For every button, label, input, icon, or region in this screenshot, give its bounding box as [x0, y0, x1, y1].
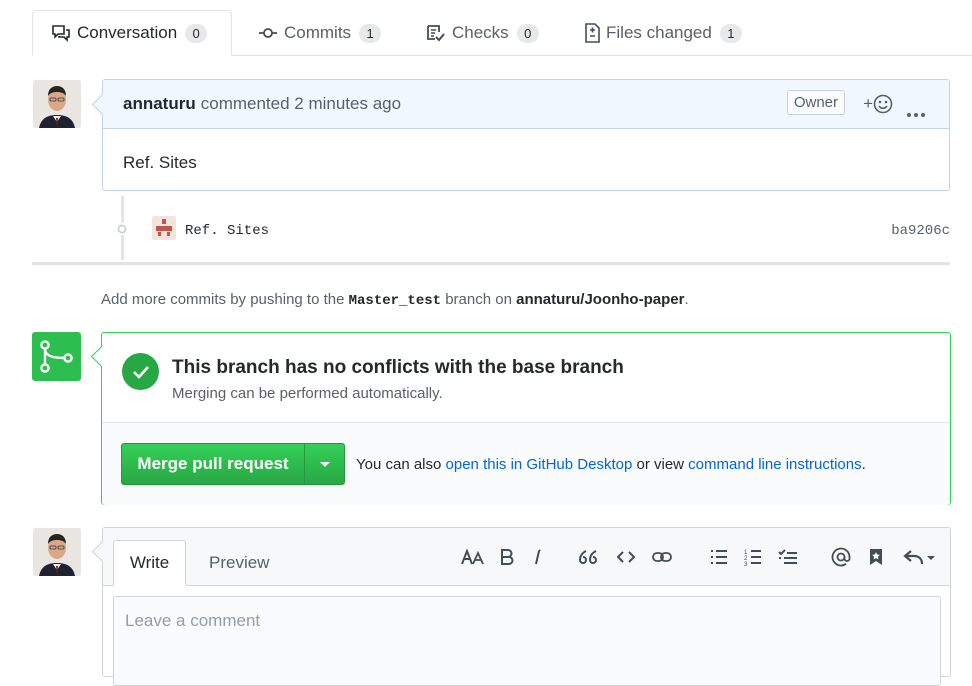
avatar[interactable]	[33, 528, 81, 576]
tab-counter: 1	[719, 23, 742, 43]
svg-text:3: 3	[744, 562, 748, 566]
note-middle: or view	[632, 456, 689, 473]
comment-author[interactable]: annaturu	[123, 94, 196, 114]
tab-write[interactable]: Write	[113, 540, 186, 586]
merge-status: This branch has no conflicts with the ba…	[102, 333, 950, 423]
comment-timestamp: commented 2 minutes ago	[200, 94, 402, 113]
commit-message-link[interactable]: Ref. Sites	[185, 223, 269, 239]
hint-middle: branch on	[441, 291, 517, 308]
tab-label: Files changed	[606, 23, 712, 42]
timeline-divider	[32, 262, 950, 265]
comment-body: Ref. Sites	[123, 153, 197, 172]
mention-icon[interactable]	[830, 546, 852, 568]
saved-reply-icon[interactable]	[865, 546, 887, 568]
code-icon[interactable]	[615, 546, 637, 568]
tab-checks[interactable]: Checks 0	[408, 10, 557, 56]
comment-discussion-icon	[52, 25, 70, 42]
branch-name: Master_test	[348, 293, 442, 309]
bold-icon[interactable]	[496, 546, 518, 568]
smiley-icon	[873, 94, 893, 114]
checklist-icon	[427, 25, 445, 42]
tab-label: Checks	[452, 23, 509, 42]
tab-label: Conversation	[77, 23, 178, 42]
check-circle-icon	[122, 353, 159, 390]
merge-box: This branch has no conflicts with the ba…	[90, 332, 951, 505]
italic-icon[interactable]	[526, 546, 548, 568]
editor-header: Write Preview 123	[103, 528, 950, 586]
tab-files-changed[interactable]: Files changed 1	[566, 10, 760, 56]
merge-status-title: This branch has no conflicts with the ba…	[172, 357, 624, 378]
repo-name: annaturu/Joonho-paper	[516, 291, 685, 308]
new-comment-form: Write Preview 123 Leave a comment	[91, 527, 951, 686]
file-diff-icon	[585, 23, 600, 43]
note-suffix: .	[861, 456, 866, 473]
merge-status-subtitle: Merging can be performed automatically.	[172, 385, 443, 402]
commit-sha-link[interactable]: ba9206c	[891, 223, 950, 239]
triangle-down-icon	[319, 461, 330, 467]
merge-options-dropdown[interactable]	[305, 444, 344, 484]
hint-suffix: .	[684, 291, 689, 308]
link-icon[interactable]	[651, 546, 673, 568]
github-desktop-link[interactable]: open this in GitHub Desktop	[446, 456, 633, 473]
merge-actions: Merge pull request You can also open thi…	[102, 423, 950, 505]
commit-author-avatar[interactable]	[152, 216, 176, 240]
tab-counter: 1	[359, 23, 382, 43]
command-line-link[interactable]: command line instructions	[688, 456, 861, 473]
hint-prefix: Add more commits by pushing to the	[101, 291, 349, 308]
git-commit-icon	[116, 223, 128, 235]
comment-card: annaturu commented 2 minutes ago Owner +…	[91, 79, 950, 191]
owner-badge: Owner	[786, 90, 845, 115]
unordered-list-icon[interactable]	[708, 546, 730, 568]
add-reaction-button[interactable]: +	[863, 94, 893, 114]
tab-counter: 0	[516, 23, 539, 43]
note-prefix: You can also	[356, 456, 446, 473]
reply-icon[interactable]	[903, 546, 937, 568]
merge-alternatives: You can also open this in GitHub Desktop…	[356, 456, 866, 473]
push-hint: Add more commits by pushing to the Maste…	[101, 291, 689, 309]
tab-label: Commits	[284, 23, 352, 42]
comment-textarea[interactable]: Leave a comment	[113, 596, 941, 686]
text-size-icon[interactable]	[460, 546, 486, 568]
kebab-menu-icon[interactable]	[907, 102, 925, 122]
avatar[interactable]	[33, 80, 81, 128]
ordered-list-icon[interactable]: 123	[742, 546, 764, 568]
tab-commits[interactable]: Commits 1	[240, 10, 399, 56]
tab-counter: 0	[185, 23, 208, 43]
quote-icon[interactable]	[577, 546, 599, 568]
tab-conversation[interactable]: Conversation 0	[32, 10, 232, 56]
comment-header: annaturu commented 2 minutes ago Owner +	[103, 80, 949, 129]
git-merge-icon	[32, 332, 81, 381]
pr-tab-bar: Conversation 0 Commits 1 Checks 0 Files …	[0, 0, 972, 56]
git-commit-icon	[259, 28, 277, 38]
merge-button-group: Merge pull request	[121, 443, 345, 485]
reaction-plus: +	[863, 94, 873, 113]
task-list-icon[interactable]	[777, 546, 799, 568]
merge-pull-request-button[interactable]: Merge pull request	[122, 444, 305, 484]
tab-preview[interactable]: Preview	[193, 540, 285, 585]
